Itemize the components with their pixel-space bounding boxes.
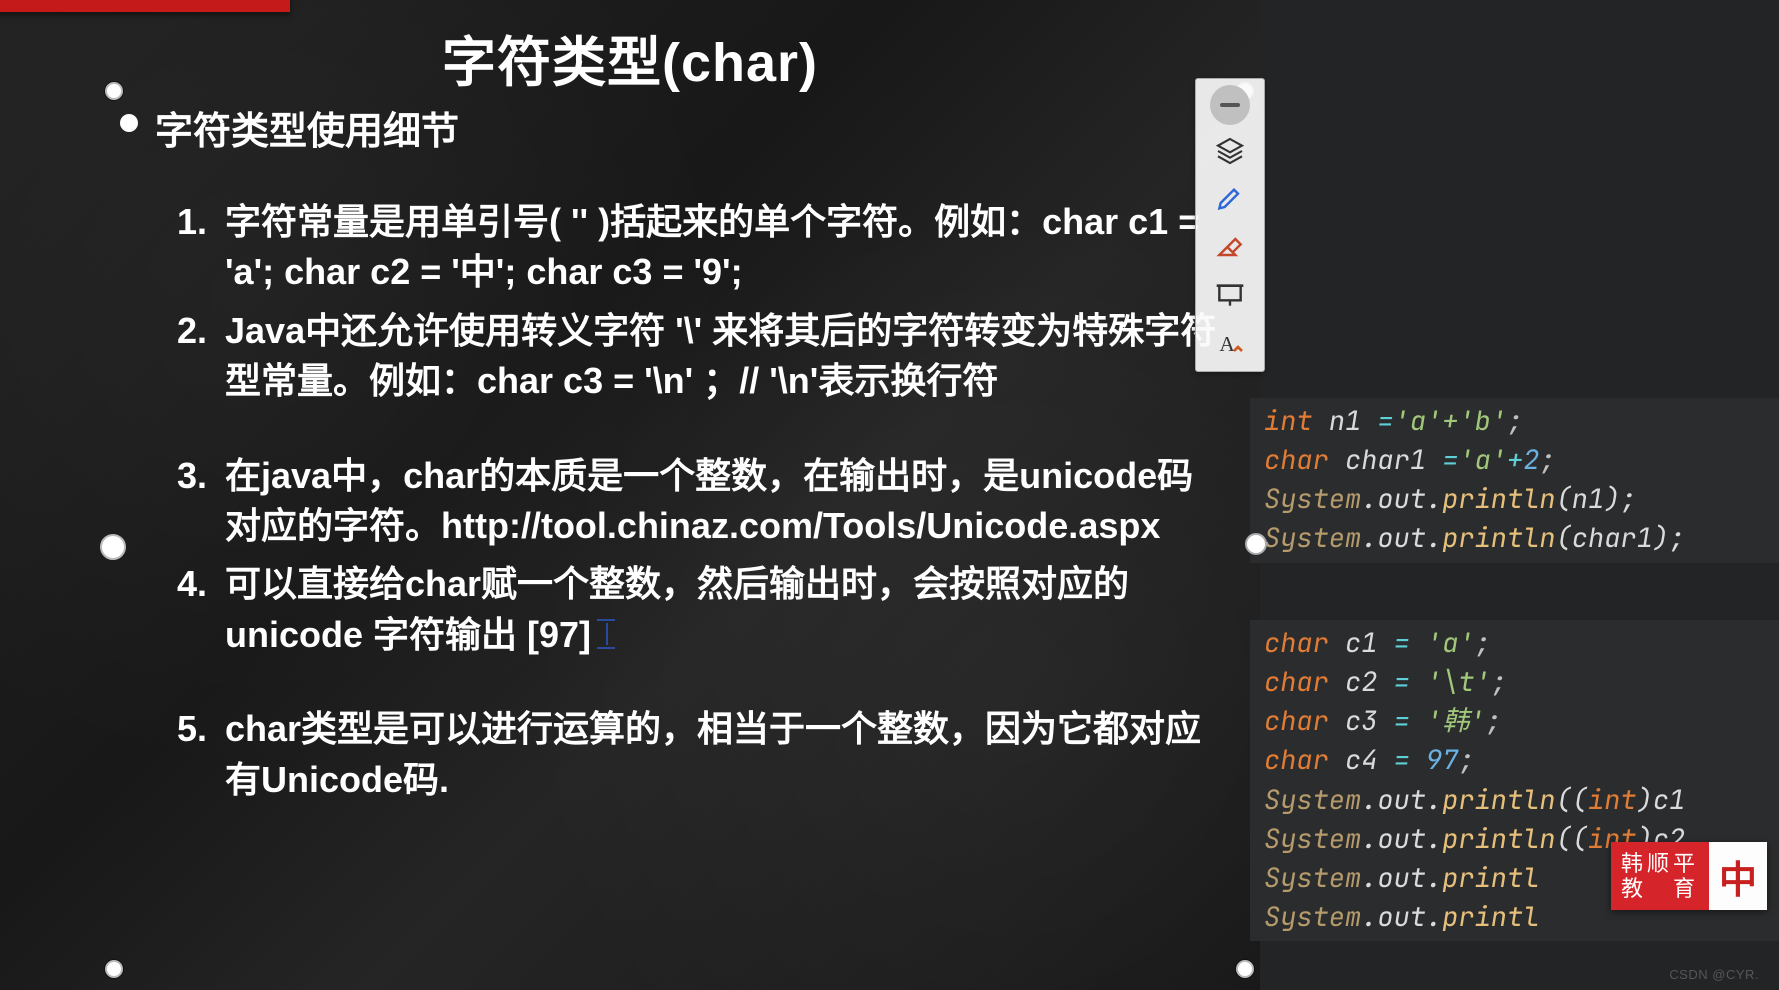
ime-brand-line1: 韩顺平 <box>1621 851 1699 876</box>
layers-icon <box>1214 135 1246 167</box>
selection-handle-ml[interactable] <box>100 534 126 560</box>
collapse-toolbar-button[interactable] <box>1210 85 1250 125</box>
bullet-4: 4. 可以直接给char赋一个整数，然后输出时，会按照对应的unicode 字符… <box>155 559 1220 660</box>
code-line: System.out.println(char1); <box>1264 519 1771 558</box>
ime-brand: 韩顺平 教 育 <box>1611 842 1709 910</box>
blackboard-panel: 字符类型(char) 字符类型使用细节 1. 字符常量是用单引号( '' )括起… <box>0 0 1260 990</box>
code-snippet-1: int n1 ='a'+'b'; char char1 ='a'+2; Syst… <box>1250 398 1779 563</box>
code-line: char c1 = 'a'; <box>1264 624 1771 663</box>
code-line: int n1 ='a'+'b'; <box>1264 402 1771 441</box>
minus-icon <box>1214 89 1246 121</box>
text-cursor-icon <box>597 619 615 649</box>
selection-handle-br[interactable] <box>1236 960 1254 978</box>
code-line: System.out.println(n1); <box>1264 480 1771 519</box>
stage: 字符类型(char) 字符类型使用细节 1. 字符常量是用单引号( '' )括起… <box>0 0 1779 990</box>
red-tab-decoration <box>0 0 290 12</box>
bullet-text: 在java中，char的本质是一个整数，在输出时，是unicode码对应的字符。… <box>225 451 1220 552</box>
svg-text:A: A <box>1219 332 1235 356</box>
ime-badge[interactable]: 韩顺平 教 育 中 <box>1611 842 1767 910</box>
selection-handle-code[interactable] <box>1245 533 1267 555</box>
text-tool-button[interactable]: A <box>1204 321 1256 365</box>
bullet-3: 3. 在java中，char的本质是一个整数，在输出时，是unicode码对应的… <box>155 451 1220 552</box>
eraser-icon <box>1214 231 1246 263</box>
presentation-icon <box>1214 279 1246 311</box>
code-line: char c3 = '韩'; <box>1264 702 1771 741</box>
watermark: CSDN @CYR. <box>1669 967 1759 982</box>
highlight-tool-button[interactable] <box>1204 177 1256 221</box>
slide-title: 字符类型(char) <box>0 0 1260 97</box>
selection-handle-bl[interactable] <box>105 960 123 978</box>
bullet-number: 4. <box>155 559 207 660</box>
ime-indicator: 中 <box>1709 842 1767 910</box>
bullet-number: 3. <box>155 451 207 552</box>
selection-handle-tl[interactable] <box>105 82 123 100</box>
code-line: System.out.println((int)c1 <box>1264 781 1771 820</box>
bullet-text: 字符常量是用单引号( '' )括起来的单个字符。例如：char c1 = 'a'… <box>225 197 1220 298</box>
bullet-text: Java中还允许使用转义字符 '\' 来将其后的字符转变为特殊字符型常量。例如：… <box>225 306 1220 407</box>
bullet-number: 2. <box>155 306 207 407</box>
highlighter-icon <box>1214 183 1246 215</box>
bullet-number: 5. <box>155 704 207 805</box>
layers-tool-button[interactable] <box>1204 129 1256 173</box>
board-tool-button[interactable] <box>1204 273 1256 317</box>
ime-brand-line2: 教 育 <box>1621 876 1699 901</box>
code-line: char c4 = 97; <box>1264 741 1771 780</box>
bullet-text: char类型是可以进行运算的，相当于一个整数，因为它都对应有Unicode码. <box>225 704 1220 805</box>
slide-content[interactable]: 字符类型使用细节 1. 字符常量是用单引号( '' )括起来的单个字符。例如：c… <box>155 100 1220 813</box>
code-panel-area: int n1 ='a'+'b'; char char1 ='a'+2; Syst… <box>1260 0 1779 990</box>
eraser-tool-button[interactable] <box>1204 225 1256 269</box>
code-line: char char1 ='a'+2; <box>1264 441 1771 480</box>
text-icon: A <box>1214 327 1246 359</box>
annotation-toolbar: A <box>1195 78 1265 372</box>
bullet-2: 2. Java中还允许使用转义字符 '\' 来将其后的字符转变为特殊字符型常量。… <box>155 306 1220 407</box>
bullet-1: 1. 字符常量是用单引号( '' )括起来的单个字符。例如：char c1 = … <box>155 197 1220 298</box>
bullet-number: 1. <box>155 197 207 298</box>
bullet-5: 5. char类型是可以进行运算的，相当于一个整数，因为它都对应有Unicode… <box>155 704 1220 805</box>
bullet-text: 可以直接给char赋一个整数，然后输出时，会按照对应的unicode 字符输出 … <box>225 559 1220 660</box>
code-line: char c2 = '\t'; <box>1264 663 1771 702</box>
slide-heading: 字符类型使用细节 <box>155 100 1220 155</box>
